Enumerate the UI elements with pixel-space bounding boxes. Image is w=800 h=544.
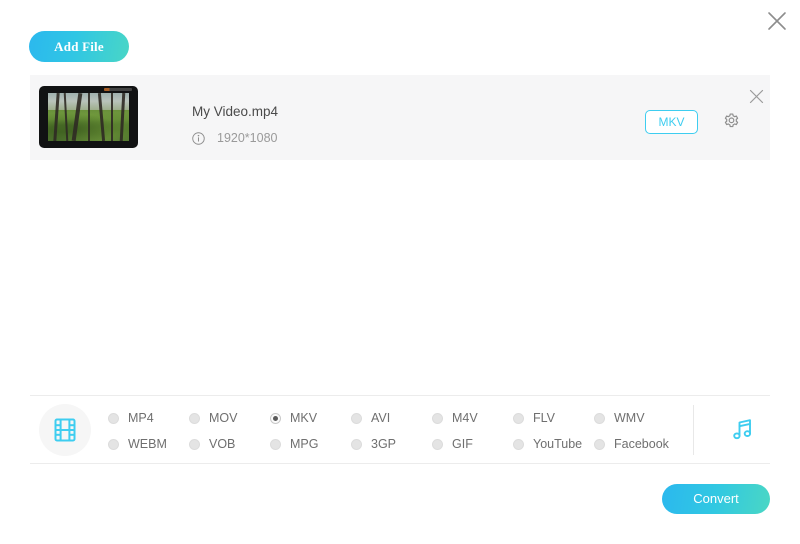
film-icon — [54, 418, 76, 442]
panel-divider — [693, 405, 694, 455]
format-option-label: GIF — [452, 437, 473, 451]
file-list-item[interactable]: My Video.mp4 1920*1080 MKV — [30, 75, 770, 160]
file-format-badge[interactable]: MKV — [645, 110, 698, 134]
radio-button[interactable] — [189, 438, 200, 450]
radio-button[interactable] — [594, 438, 605, 450]
radio-button[interactable] — [270, 412, 281, 424]
format-options-grid: MP4 MOV MKV AVI M4V FLV WMV WEBM VOB MPG 3GP GIF You… — [108, 406, 686, 456]
radio-button[interactable] — [270, 438, 281, 450]
output-format-panel: MP4 MOV MKV AVI M4V FLV WMV WEBM VOB MPG 3GP GIF You… — [30, 395, 770, 464]
format-option-m4v[interactable]: M4V — [432, 411, 513, 425]
radio-button[interactable] — [351, 438, 362, 450]
format-option-youtube[interactable]: YouTube — [513, 437, 594, 451]
format-option-mp4[interactable]: MP4 — [108, 411, 189, 425]
add-file-button[interactable]: Add File — [29, 31, 129, 62]
info-icon — [192, 131, 205, 145]
radio-button[interactable] — [351, 412, 362, 424]
radio-button[interactable] — [513, 438, 524, 450]
format-option-label: YouTube — [533, 437, 583, 451]
thumbnail-tree — [111, 93, 113, 141]
audio-format-tab[interactable] — [722, 410, 762, 450]
format-option-label: WMV — [614, 411, 645, 425]
format-option-webm[interactable]: WEBM — [108, 437, 189, 451]
format-option-gif[interactable]: GIF — [432, 437, 513, 451]
format-option-label: FLV — [533, 411, 555, 425]
window-close-button[interactable] — [760, 4, 794, 38]
file-name-label: My Video.mp4 — [192, 104, 279, 119]
format-option-label: 3GP — [371, 437, 397, 451]
format-option-flv[interactable]: FLV — [513, 411, 594, 425]
format-option-label: VOB — [209, 437, 236, 451]
radio-button[interactable] — [432, 412, 443, 424]
thumbnail-image — [48, 93, 129, 141]
close-icon — [749, 89, 763, 103]
file-thumbnail — [39, 86, 138, 148]
close-icon — [768, 12, 786, 30]
thumbnail-tree — [88, 93, 90, 141]
format-option-label: M4V — [452, 411, 478, 425]
file-meta: 1920*1080 — [192, 131, 277, 145]
thumbnail-overlay-bar — [104, 88, 132, 91]
radio-button[interactable] — [108, 438, 119, 450]
format-option-label: MPG — [290, 437, 319, 451]
add-file-container: Add File — [29, 31, 129, 62]
format-option-mkv[interactable]: MKV — [270, 411, 351, 425]
format-option-label: MP4 — [128, 411, 154, 425]
file-remove-button[interactable] — [744, 84, 768, 108]
format-option-mov[interactable]: MOV — [189, 411, 270, 425]
radio-button[interactable] — [432, 438, 443, 450]
format-option-label: AVI — [371, 411, 391, 425]
file-settings-button[interactable] — [718, 108, 744, 134]
format-option-label: MKV — [290, 411, 318, 425]
radio-button[interactable] — [189, 412, 200, 424]
format-option-avi[interactable]: AVI — [351, 411, 432, 425]
gear-icon — [724, 112, 738, 127]
format-option-wmv[interactable]: WMV — [594, 411, 675, 425]
format-option-mpg[interactable]: MPG — [270, 437, 351, 451]
radio-button[interactable] — [108, 412, 119, 424]
format-option-3gp[interactable]: 3GP — [351, 437, 432, 451]
file-resolution-label: 1920*1080 — [217, 131, 278, 145]
format-option-vob[interactable]: VOB — [189, 437, 270, 451]
format-option-label: Facebook — [614, 437, 669, 451]
convert-button[interactable]: Convert — [662, 484, 770, 514]
radio-button[interactable] — [513, 412, 524, 424]
format-option-facebook[interactable]: Facebook — [594, 437, 675, 451]
video-format-tab[interactable] — [39, 404, 91, 456]
format-option-label: WEBM — [128, 437, 167, 451]
music-note-icon — [733, 419, 752, 440]
radio-button[interactable] — [594, 412, 605, 424]
format-option-label: MOV — [209, 411, 238, 425]
